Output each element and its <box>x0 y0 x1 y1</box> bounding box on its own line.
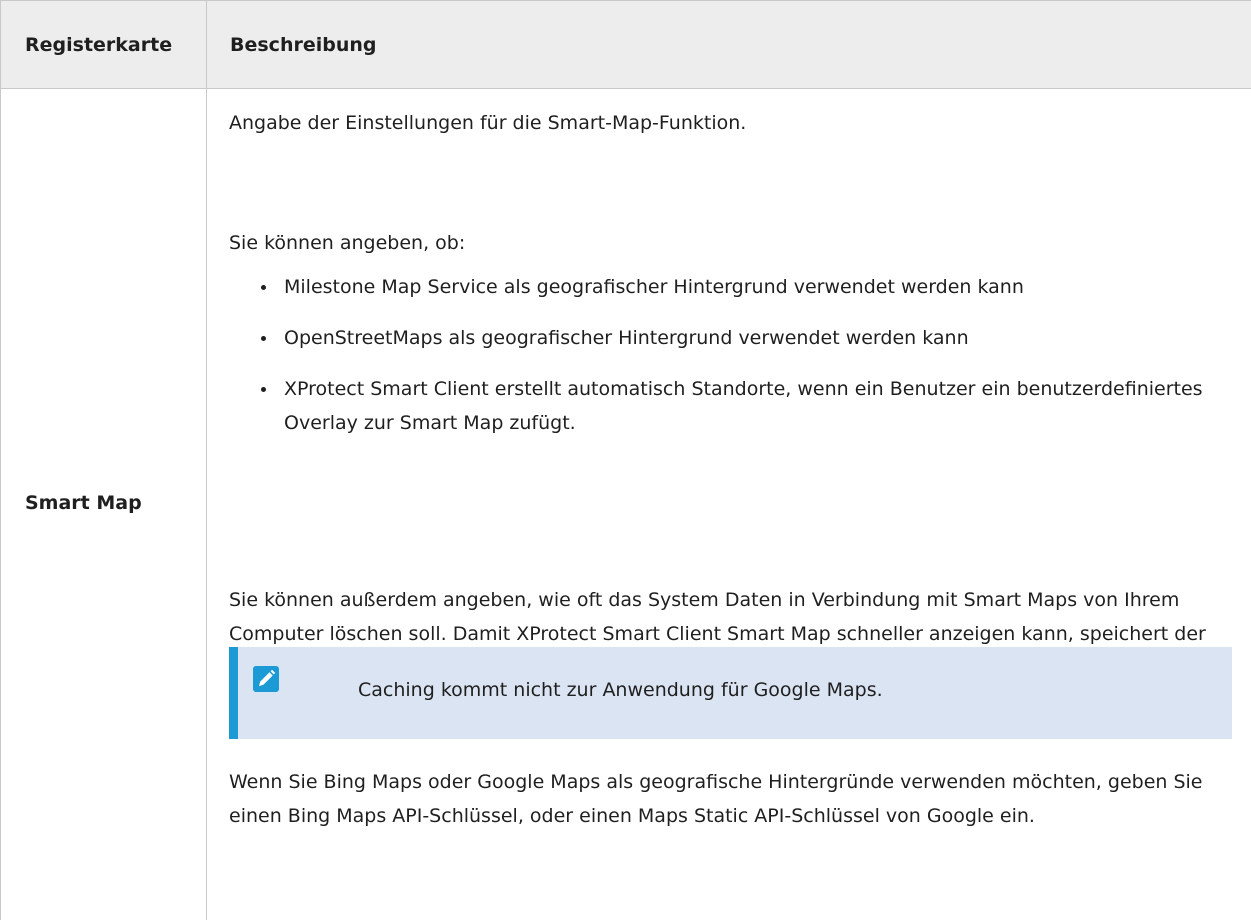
note-text: Caching kommt nicht zur Anwendung für Go… <box>358 679 883 701</box>
table-header-row: Registerkarte Beschreibung <box>0 0 1251 89</box>
bullet-icon <box>261 336 266 341</box>
options-list: Milestone Map Service als geografischer … <box>229 270 1234 457</box>
bullet-icon <box>261 285 266 290</box>
bing-google-paragraph: Wenn Sie Bing Maps oder Google Maps als … <box>229 771 1203 827</box>
list-item-text: XProtect Smart Client erstellt automatis… <box>284 378 1203 434</box>
column-header-description: Beschreibung <box>230 34 377 56</box>
can-specify-paragraph: Sie können angeben, ob: <box>229 232 466 254</box>
bullet-icon <box>261 387 266 392</box>
list-item-text: OpenStreetMaps als geografischer Hinterg… <box>284 327 969 349</box>
pencil-icon <box>253 666 279 692</box>
settings-table: Registerkarte Beschreibung Smart Map Ang… <box>0 0 1251 920</box>
intro-paragraph: Angabe der Einstellungen für die Smart-M… <box>229 112 747 134</box>
list-item-text: Milestone Map Service als geografischer … <box>284 276 1024 298</box>
column-divider <box>206 0 207 920</box>
list-item: XProtect Smart Client erstellt automatis… <box>229 372 1234 440</box>
list-item: Milestone Map Service als geografischer … <box>229 270 1234 304</box>
column-header-tab: Registerkarte <box>25 34 173 56</box>
list-item: OpenStreetMaps als geografischer Hinterg… <box>229 321 1234 355</box>
table-left-border <box>0 0 1 920</box>
row-label-smart-map: Smart Map <box>25 492 142 514</box>
note-box: Caching kommt nicht zur Anwendung für Go… <box>229 647 1232 739</box>
